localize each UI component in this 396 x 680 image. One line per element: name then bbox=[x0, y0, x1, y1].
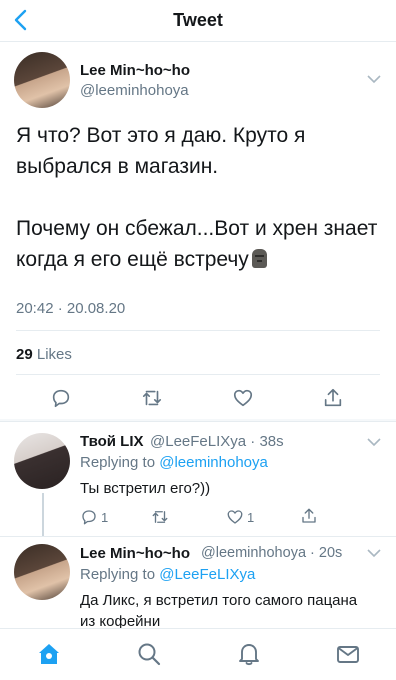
tweet-text: Я что? Вот это я даю. Круто я выбрался в… bbox=[16, 120, 384, 275]
tweet-timestamp: 20:42 · 20.08.20 bbox=[16, 300, 126, 317]
retweet-icon[interactable] bbox=[151, 508, 169, 526]
reply-icon[interactable] bbox=[50, 387, 72, 409]
author-handle[interactable]: @leeminhohoya bbox=[80, 82, 189, 99]
likes-number: 29 bbox=[16, 346, 33, 363]
notifications-icon[interactable] bbox=[236, 641, 262, 667]
reply-author-handle[interactable]: @LeeFeLIXya bbox=[150, 433, 246, 450]
chevron-down-icon[interactable] bbox=[367, 437, 381, 447]
tweet-text-line-2: Почему он сбежал...Вот и хрен знает когд… bbox=[16, 217, 378, 271]
divider bbox=[0, 536, 396, 537]
chevron-down-icon[interactable] bbox=[367, 548, 381, 558]
replying-to-handle[interactable]: @LeeFeLIXya bbox=[159, 566, 255, 583]
replying-to-handle[interactable]: @leeminhohoya bbox=[159, 454, 268, 471]
reply-icon bbox=[82, 510, 96, 525]
like-action[interactable]: 1 bbox=[226, 508, 254, 526]
share-icon[interactable] bbox=[322, 387, 344, 409]
reply-action[interactable]: 1 bbox=[80, 508, 108, 526]
search-icon[interactable] bbox=[136, 641, 162, 667]
share-icon[interactable] bbox=[300, 507, 318, 525]
messages-icon[interactable] bbox=[335, 641, 361, 667]
avatar[interactable] bbox=[14, 52, 70, 108]
reply-time: · 38s bbox=[250, 433, 284, 450]
chevron-down-icon[interactable] bbox=[367, 74, 381, 84]
reply-text: Ты встретил его?)) bbox=[80, 480, 211, 497]
moai-icon bbox=[251, 249, 267, 268]
divider bbox=[16, 330, 380, 331]
like-icon bbox=[227, 510, 243, 524]
bottom-tab-bar bbox=[0, 628, 396, 680]
replying-to: Replying to @leeminhohoya bbox=[80, 454, 268, 471]
reply-author-name[interactable]: Lee Min~ho~ho bbox=[80, 545, 190, 562]
like-count: 1 bbox=[247, 509, 255, 525]
tweet-text-line-1: Я что? Вот это я даю. Круто я выбрался в… bbox=[16, 124, 306, 178]
reply-text: Да Ликс, я встретил того самого пацана и… bbox=[80, 592, 358, 630]
divider bbox=[16, 374, 380, 375]
home-icon[interactable] bbox=[36, 641, 62, 667]
page-title: Tweet bbox=[173, 10, 223, 30]
reply-avatar[interactable] bbox=[14, 433, 70, 489]
divider bbox=[0, 421, 396, 422]
thread-line bbox=[42, 493, 44, 536]
retweet-icon[interactable] bbox=[141, 387, 163, 409]
likes-count[interactable]: 29 Likes bbox=[16, 346, 72, 363]
top-nav: Tweet bbox=[0, 0, 396, 42]
replying-to-label: Replying to bbox=[80, 454, 156, 471]
reply-author-name[interactable]: Твой LIX bbox=[80, 433, 144, 450]
author-name[interactable]: Lee Min~ho~ho bbox=[80, 62, 190, 79]
like-icon[interactable] bbox=[232, 387, 254, 409]
replying-to: Replying to @LeeFeLIXya bbox=[80, 566, 255, 583]
reply-time: · 20s bbox=[310, 545, 343, 561]
reply-count: 1 bbox=[101, 509, 109, 525]
likes-label: Likes bbox=[36, 346, 72, 363]
reply-avatar[interactable] bbox=[14, 544, 70, 600]
replying-to-label: Replying to bbox=[80, 566, 156, 583]
reply-author-handle[interactable]: @leeminhohoya bbox=[201, 545, 306, 561]
